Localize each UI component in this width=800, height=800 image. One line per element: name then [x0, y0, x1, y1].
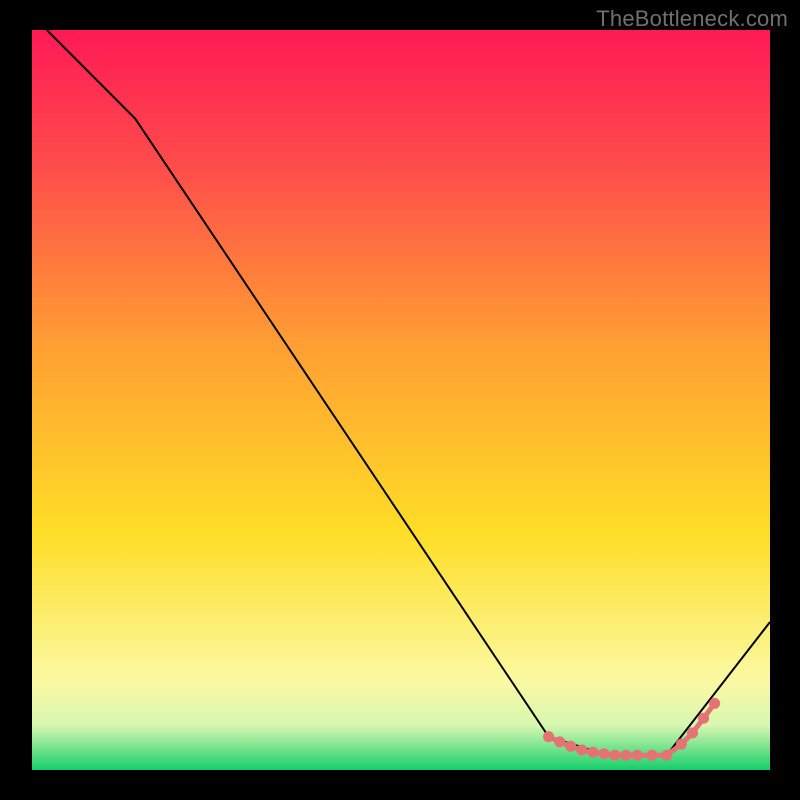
marker-dot	[621, 750, 632, 761]
marker-dot	[599, 748, 610, 759]
marker-dot	[565, 741, 576, 752]
marker-dot	[676, 739, 687, 750]
plot-container: TheBottleneck.com	[0, 0, 800, 800]
plot-canvas	[0, 0, 800, 800]
marker-dot	[709, 698, 720, 709]
marker-dot	[646, 750, 657, 761]
marker-dot	[698, 713, 709, 724]
marker-dot	[632, 750, 643, 761]
marker-dot	[587, 747, 598, 758]
gradient-background	[32, 30, 770, 770]
marker-dot	[543, 731, 554, 742]
marker-dot	[610, 750, 621, 761]
marker-dot	[661, 750, 672, 761]
marker-dot	[576, 745, 587, 756]
attribution-text: TheBottleneck.com	[596, 6, 788, 32]
marker-dot	[554, 736, 565, 747]
marker-dot	[687, 728, 698, 739]
